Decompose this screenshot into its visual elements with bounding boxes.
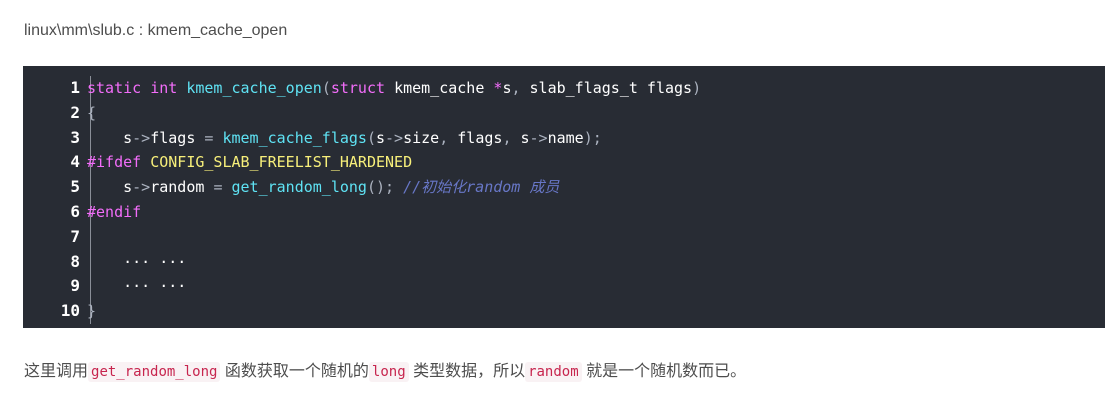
line-number-text: 1	[70, 78, 80, 97]
code-token: ->	[132, 178, 151, 197]
text: 这里调用	[24, 363, 89, 380]
line-number: 7	[23, 225, 90, 250]
code-block: 1 2 3 4 5 6 7 8 9 10 static int kmem_cache_open(s…	[23, 66, 1105, 328]
line-number-text: 3	[70, 127, 80, 147]
line-number: 4	[23, 150, 90, 175]
text: 类型数据，所以	[408, 363, 526, 380]
text: 函数获取一个随机的	[220, 363, 369, 380]
code-token: )	[692, 79, 702, 97]
code-token: size	[403, 128, 440, 147]
code-line: ··· ···	[87, 250, 701, 275]
line-number-text: 10	[60, 301, 80, 321]
code-token: slab_flags_t flags	[529, 79, 693, 97]
inline-code: long	[368, 362, 409, 382]
line-numbers: 1 2 3 4 5 6 7 8 9 10	[23, 76, 91, 324]
code-token: kmem_cache	[394, 79, 494, 97]
code-token: flags	[150, 128, 205, 147]
code-token: ->	[132, 128, 151, 147]
line-number: 10	[23, 299, 90, 324]
code-token: ,	[511, 79, 530, 97]
file-path-label: linux\mm\slub.c : kmem_cache_open	[24, 22, 288, 39]
line-number-text: 5	[70, 177, 80, 197]
code-token: );	[583, 128, 602, 147]
code-token: s	[376, 128, 386, 147]
code-token: ,	[439, 128, 458, 147]
description-paragraph: 这里调用 get_random_long 函数获取一个随机的 long 类型数据，所…	[24, 357, 747, 382]
line-number: 6	[23, 200, 90, 225]
code-token: struct	[330, 79, 395, 97]
code-line: {	[87, 101, 701, 126]
code-line: #ifdef CONFIG_SLAB_FREELIST_HARDENED	[87, 150, 701, 175]
code-token: ->	[529, 128, 548, 147]
code-token: s	[520, 128, 530, 147]
line-number-text: 7	[70, 226, 80, 246]
code-token: ··· ···	[87, 252, 187, 271]
code-token: CONFIG_SLAB_FREELIST_HARDENED	[150, 153, 413, 172]
code-token: s	[87, 178, 133, 197]
inline-code: get_random_long	[88, 362, 221, 382]
code-token: =	[204, 128, 223, 147]
line-number: 8	[23, 250, 90, 275]
line-number-text: 4	[70, 152, 80, 172]
code-token: (	[366, 128, 376, 147]
code-line: s->random = get_random_long(); //初始化rand…	[87, 175, 701, 200]
code-token: ,	[502, 128, 521, 147]
code-token: #endif	[87, 202, 142, 221]
code-line: #endif	[87, 200, 701, 225]
code-token: //初始化random 成员	[403, 178, 560, 197]
code-token: ->	[385, 128, 404, 147]
line-number-text: 6	[70, 201, 80, 221]
line-number: 1	[23, 76, 90, 101]
code-token: =	[213, 178, 232, 197]
code-token: random	[150, 178, 214, 197]
code-token: ··· ···	[87, 277, 187, 296]
code-token: flags	[457, 128, 503, 147]
code-line: s->flags = kmem_cache_flags(s->size, fla…	[87, 126, 701, 151]
line-number: 9	[23, 274, 90, 299]
line-number-text: 9	[70, 276, 80, 296]
code-token: kmem_cache_open	[186, 79, 322, 97]
text: 就是一个随机数而已。	[581, 363, 747, 380]
code-token: ();	[366, 178, 404, 197]
code-token: int	[150, 79, 187, 97]
code-line: static int kmem_cache_open(struct kmem_c…	[87, 76, 701, 101]
code-token: static	[87, 79, 151, 97]
inline-code: random	[525, 362, 582, 382]
code-token: }	[87, 302, 97, 321]
code-token: (	[321, 79, 331, 97]
code-source: static int kmem_cache_open(struct kmem_c…	[87, 76, 701, 324]
code-line: ··· ···	[87, 274, 701, 299]
code-token: kmem_cache_flags	[222, 128, 367, 147]
line-number-text: 2	[70, 102, 80, 122]
code-line: }	[87, 299, 701, 324]
line-number: 3	[23, 126, 90, 151]
code-token: s	[87, 128, 133, 147]
line-number: 2	[23, 101, 90, 126]
code-token: get_random_long	[231, 178, 367, 197]
code-token: {	[87, 103, 97, 122]
code-token: name	[547, 128, 584, 147]
line-number: 5	[23, 175, 90, 200]
code-token: #ifdef	[87, 153, 151, 172]
line-number-text: 8	[70, 251, 80, 271]
